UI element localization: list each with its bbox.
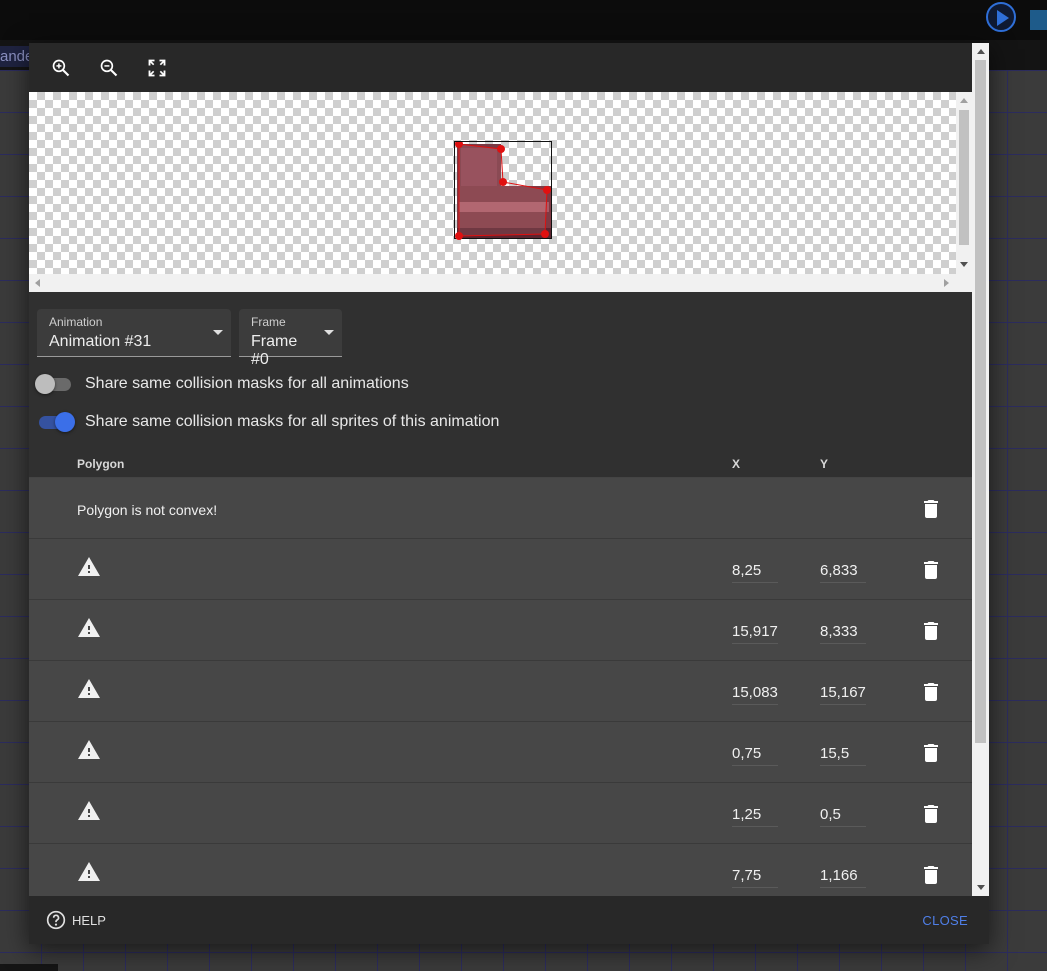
delete-polygon-button[interactable] [919, 497, 943, 521]
share-all-sprites-toggle[interactable] [37, 412, 75, 432]
collision-polygon-overlay [455, 140, 551, 240]
chevron-down-icon [213, 330, 223, 335]
sprite-image [454, 140, 552, 240]
animation-select[interactable]: Animation Animation #31 [37, 309, 231, 357]
vertex-x-input[interactable]: 0,75 [732, 744, 778, 766]
scroll-up-icon[interactable] [977, 49, 985, 54]
dialog-footer: HELP CLOSE [29, 896, 989, 944]
scroll-right-icon[interactable] [944, 279, 949, 287]
help-label: HELP [72, 912, 106, 928]
delete-vertex-button[interactable] [919, 619, 943, 643]
vertices-table: Polygon is not convex! 8,25 6,833 15,917… [29, 478, 972, 896]
polygon-vertex-handle[interactable] [499, 178, 507, 186]
scroll-left-icon[interactable] [35, 279, 40, 287]
delete-vertex-button[interactable] [919, 863, 943, 887]
close-button[interactable]: CLOSE [922, 913, 968, 928]
sprite-preview-canvas[interactable] [29, 92, 972, 292]
help-button[interactable]: HELP [46, 910, 106, 930]
trash-icon [924, 866, 938, 884]
vertex-y-input[interactable]: 8,333 [820, 622, 866, 644]
vertex-y-input[interactable]: 15,5 [820, 744, 866, 766]
preview-vertical-scrollbar[interactable] [956, 92, 972, 274]
polygon-vertex-handle[interactable] [455, 232, 463, 240]
selector-row: Animation Animation #31 Frame Frame #0 [37, 309, 342, 368]
polygon-column-header: Polygon [77, 457, 125, 471]
fit-to-view-button[interactable] [145, 56, 169, 80]
vertex-row: 15,917 8,333 [29, 600, 972, 661]
scroll-down-icon[interactable] [960, 262, 968, 267]
frame-select-value: Frame #0 [251, 333, 298, 368]
share-all-sprites-row: Share same collision masks for all sprit… [37, 412, 499, 432]
preview-toolbar [29, 43, 972, 92]
delete-vertex-button[interactable] [919, 741, 943, 765]
dialog-scroll-thumb[interactable] [975, 60, 986, 743]
vertex-x-input[interactable]: 8,25 [732, 561, 778, 583]
help-icon [46, 910, 66, 930]
vertex-x-input[interactable]: 15,917 [732, 622, 778, 644]
bottom-stub [0, 964, 58, 971]
animation-select-value: Animation #31 [49, 333, 152, 350]
zoom-out-icon [100, 59, 118, 76]
x-column-header: X [732, 457, 741, 471]
polygon-title: Polygon is not convex! [77, 502, 218, 518]
corner-indicator [1030, 10, 1047, 30]
warning-icon [78, 618, 100, 637]
zoom-in-button[interactable] [49, 56, 73, 80]
warning-icon [78, 862, 100, 881]
y-column-header: Y [820, 457, 829, 471]
scroll-up-icon[interactable] [960, 98, 968, 103]
polygon-vertex-handle[interactable] [543, 186, 551, 194]
warning-icon [78, 801, 100, 820]
preview-horizontal-scrollbar[interactable] [29, 274, 972, 292]
vertex-row: 1,25 0,5 [29, 783, 972, 844]
delete-vertex-button[interactable] [919, 680, 943, 704]
chevron-down-icon [324, 330, 334, 335]
zoom-in-icon [52, 59, 70, 76]
scroll-down-icon[interactable] [977, 885, 985, 890]
preview-vertical-scroll-thumb[interactable] [959, 110, 969, 245]
zoom-out-button[interactable] [97, 56, 121, 80]
vertex-row: 15,083 15,167 [29, 661, 972, 722]
vertex-y-input[interactable]: 0,5 [820, 805, 866, 827]
warning-icon [78, 740, 100, 759]
trash-icon [924, 500, 938, 518]
polygon-vertex-handle[interactable] [541, 230, 549, 238]
dialog-vertical-scrollbar[interactable] [972, 43, 989, 896]
vertex-x-input[interactable]: 1,25 [732, 805, 778, 827]
vertex-row: 0,75 15,5 [29, 722, 972, 783]
vertex-y-input[interactable]: 6,833 [820, 561, 866, 583]
share-all-sprites-label: Share same collision masks for all sprit… [85, 413, 500, 430]
vertex-x-input[interactable]: 7,75 [732, 866, 778, 888]
trash-icon [924, 622, 938, 640]
fullscreen-icon [148, 59, 166, 76]
share-all-animations-label: Share same collision masks for all anima… [85, 375, 409, 392]
share-all-animations-row: Share same collision masks for all anima… [35, 374, 409, 394]
vertex-row: 7,75 1,166 [29, 844, 972, 896]
vertex-row: 8,25 6,833 [29, 539, 972, 600]
polygon-row: Polygon is not convex! [29, 478, 972, 539]
animation-select-label: Animation [49, 315, 103, 329]
warning-icon [78, 679, 100, 698]
delete-vertex-button[interactable] [919, 802, 943, 826]
frame-select[interactable]: Frame Frame #0 [239, 309, 342, 368]
trash-icon [924, 744, 938, 762]
vertex-y-input[interactable]: 15,167 [820, 683, 866, 705]
vertex-y-input[interactable]: 1,166 [820, 866, 866, 888]
delete-vertex-button[interactable] [919, 558, 943, 582]
top-bar [0, 0, 1047, 40]
preview-play-button[interactable] [986, 2, 1016, 32]
collision-masks-dialog: Animation Animation #31 Frame Frame #0 S… [29, 43, 989, 944]
warning-icon [78, 557, 100, 576]
trash-icon [924, 561, 938, 579]
polygon-vertex-handle[interactable] [497, 145, 505, 153]
trash-icon [924, 805, 938, 823]
share-all-animations-toggle[interactable] [35, 374, 73, 394]
vertex-x-input[interactable]: 15,083 [732, 683, 778, 705]
vertices-table-header: Polygon X Y [29, 446, 972, 478]
frame-select-label: Frame [251, 315, 286, 329]
trash-icon [924, 683, 938, 701]
